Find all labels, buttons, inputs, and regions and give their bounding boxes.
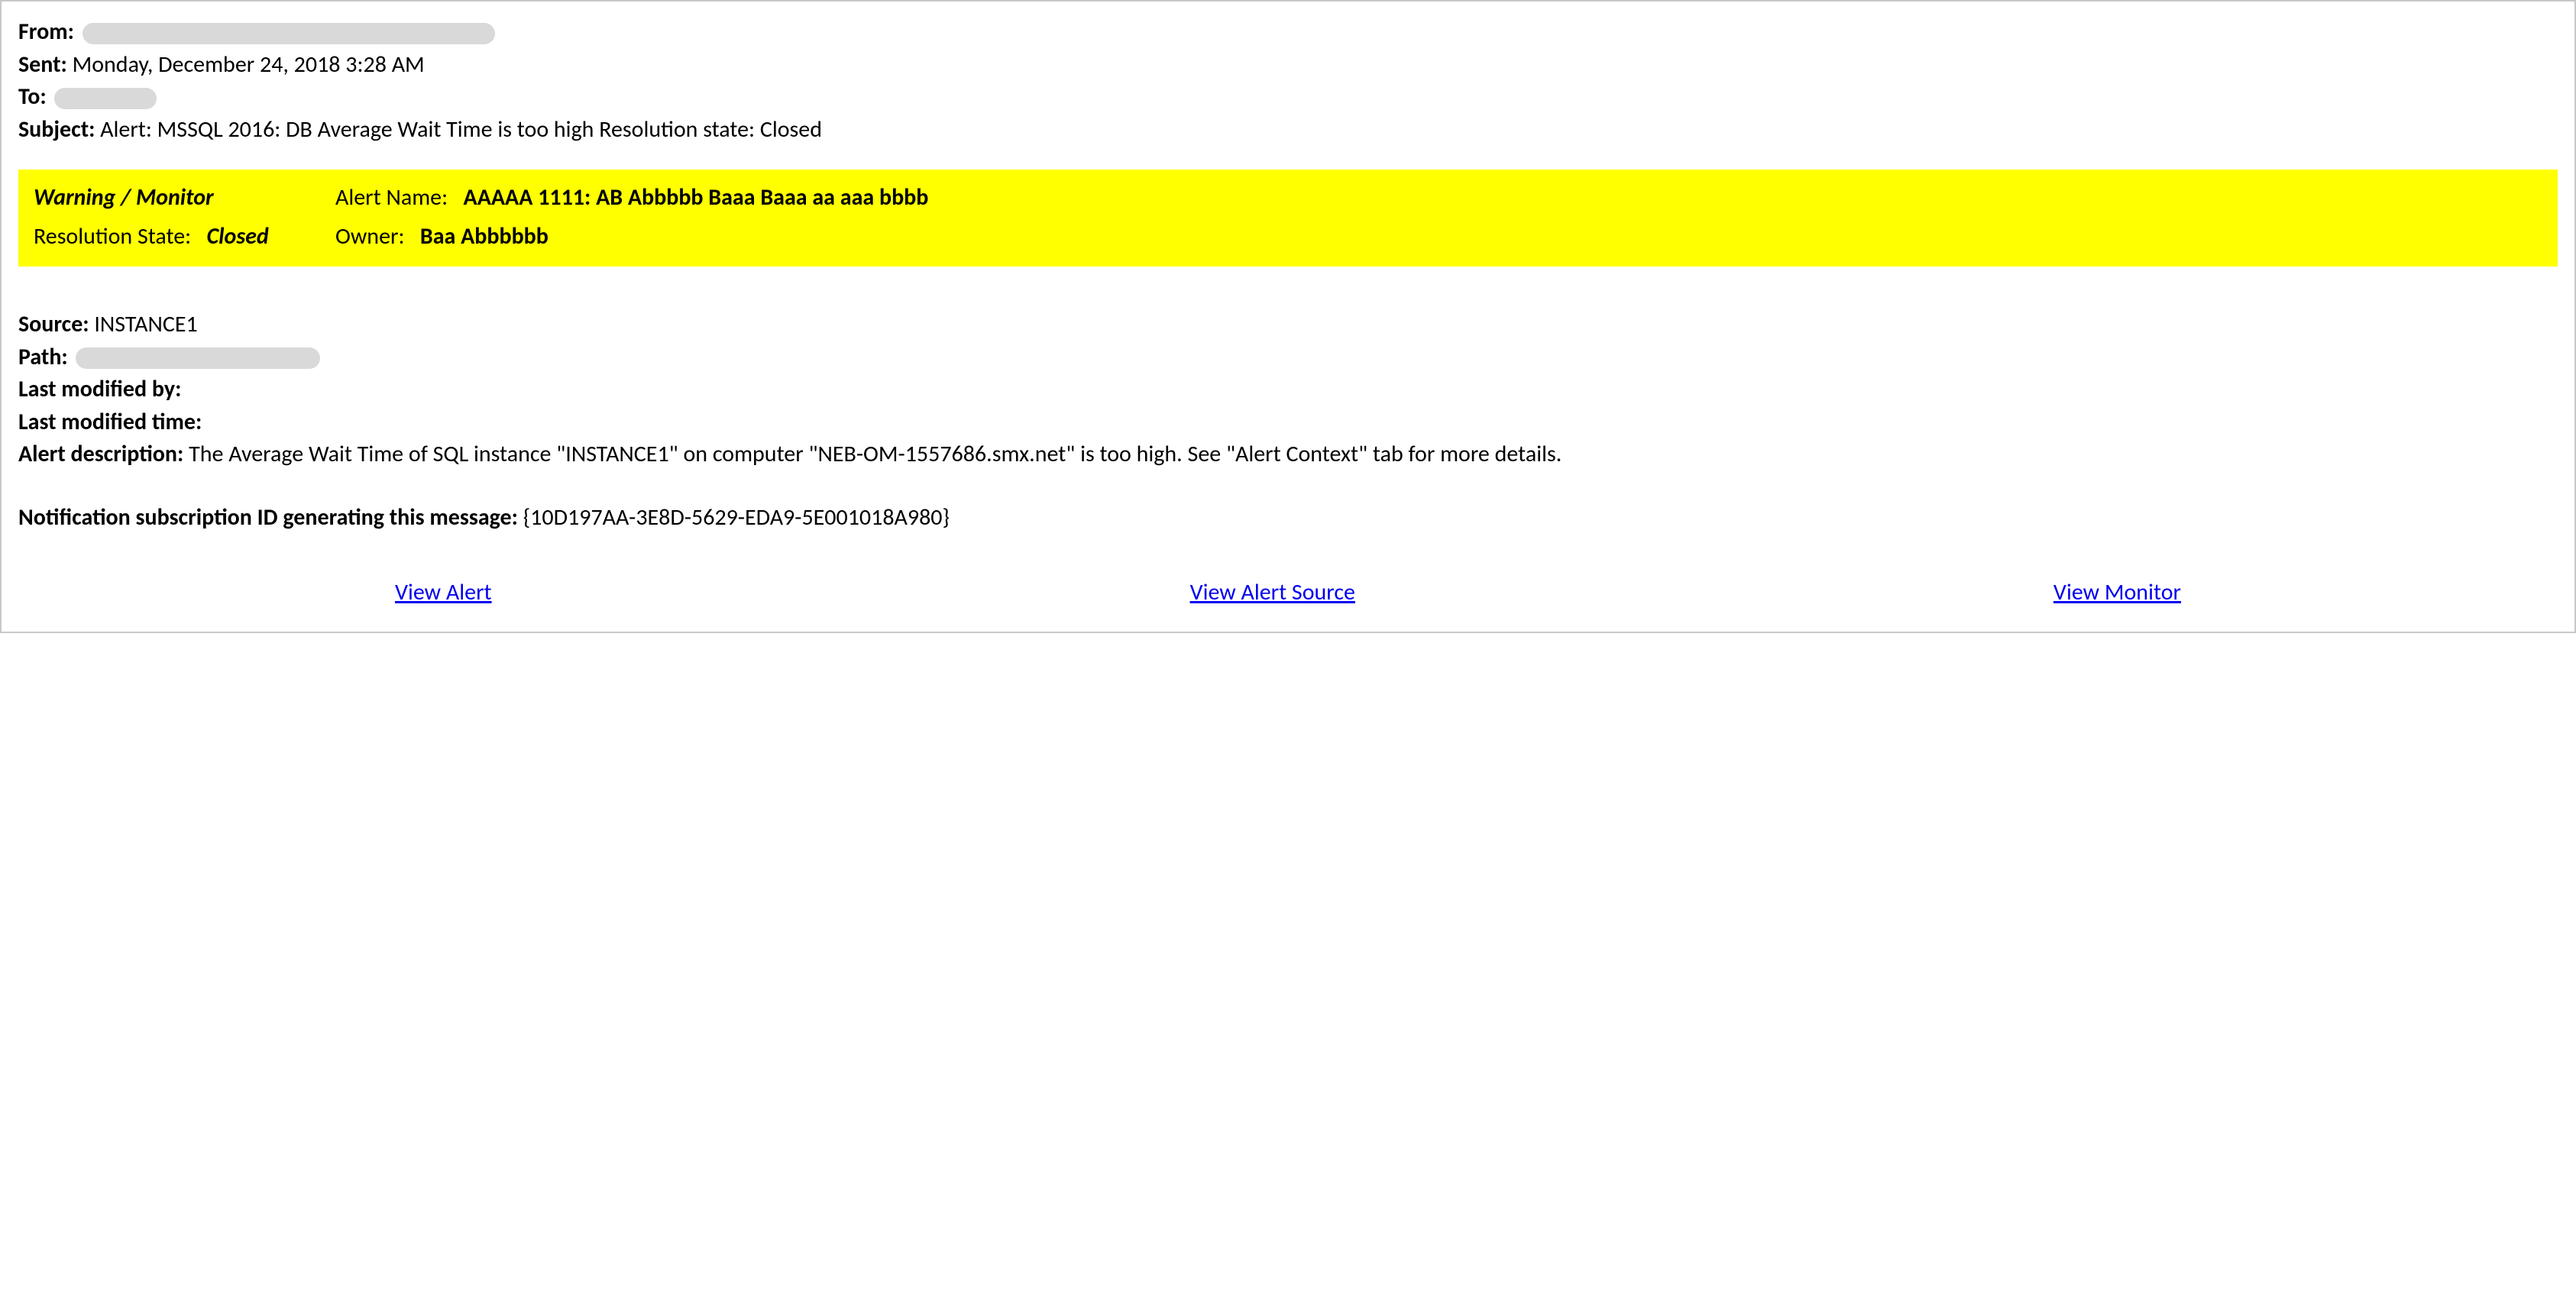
spacer bbox=[18, 472, 2558, 503]
alert-description-line: Alert description: The Average Wait Time… bbox=[18, 439, 2558, 470]
owner-label: Owner: bbox=[335, 222, 404, 250]
path-line: Path: bbox=[18, 342, 2558, 373]
highlight-row-1: Warning / Monitor Alert Name: AAAAA 1111… bbox=[34, 179, 2547, 218]
sent-line: Sent: Monday, December 24, 2018 3:28 AM bbox=[18, 50, 2558, 81]
alert-name-label: Alert Name: bbox=[335, 183, 448, 212]
from-line: From: bbox=[18, 17, 2558, 48]
source-label: Source: bbox=[18, 310, 89, 338]
severity-cell: Warning / Monitor bbox=[34, 179, 335, 218]
resolution-value: Closed bbox=[207, 222, 269, 250]
links-row: View Alert View Alert Source View Monito… bbox=[18, 577, 2558, 609]
view-alert-source-link[interactable]: View Alert Source bbox=[1190, 577, 1355, 609]
subscription-label: Notification subscription ID generating … bbox=[18, 503, 518, 532]
subscription-value: {10D197AA-3E8D-5629-EDA9-5E001018A980} bbox=[523, 503, 950, 532]
to-label: To: bbox=[18, 82, 47, 111]
from-label: From: bbox=[18, 18, 74, 46]
subject-value: Alert: MSSQL 2016: DB Average Wait Time … bbox=[100, 115, 822, 144]
from-redacted bbox=[83, 23, 495, 44]
source-line: Source: INSTANCE1 bbox=[18, 309, 2558, 341]
sent-label: Sent: bbox=[18, 50, 67, 79]
last-modified-time-label: Last modified time: bbox=[18, 408, 202, 436]
source-value: INSTANCE1 bbox=[94, 310, 197, 338]
alert-name-cell: Alert Name: AAAAA 1111: AB Abbbbb Baaa B… bbox=[335, 179, 2547, 218]
email-container: From: Sent: Monday, December 24, 2018 3:… bbox=[0, 0, 2576, 633]
alert-name-value: AAAAA 1111: AB Abbbbb Baaa Baaa aa aaa b… bbox=[464, 183, 929, 212]
view-alert-link[interactable]: View Alert bbox=[395, 577, 492, 609]
path-label: Path: bbox=[18, 343, 68, 371]
path-redacted bbox=[76, 347, 320, 369]
last-modified-by-label: Last modified by: bbox=[18, 375, 181, 403]
last-modified-time-line: Last modified time: bbox=[18, 407, 2558, 438]
alert-description-label: Alert description: bbox=[18, 440, 183, 468]
to-line: To: bbox=[18, 82, 2558, 113]
resolution-label: Resolution State: bbox=[34, 222, 191, 250]
resolution-cell: Resolution State: Closed bbox=[34, 218, 335, 257]
to-redacted bbox=[54, 88, 157, 109]
highlight-row-2: Resolution State: Closed Owner: Baa Abbb… bbox=[34, 218, 2547, 257]
last-modified-by-line: Last modified by: bbox=[18, 374, 2558, 406]
alert-description-value: The Average Wait Time of SQL instance "I… bbox=[189, 440, 1561, 468]
severity-text: Warning / Monitor bbox=[34, 183, 214, 212]
subject-label: Subject: bbox=[18, 115, 95, 144]
subscription-line: Notification subscription ID generating … bbox=[18, 503, 2558, 534]
subject-line: Subject: Alert: MSSQL 2016: DB Average W… bbox=[18, 115, 2558, 146]
owner-cell: Owner: Baa Abbbbbb bbox=[335, 218, 2547, 257]
view-monitor-link[interactable]: View Monitor bbox=[2053, 577, 2181, 609]
highlight-banner: Warning / Monitor Alert Name: AAAAA 1111… bbox=[18, 170, 2558, 267]
owner-value: Baa Abbbbbb bbox=[420, 222, 549, 250]
sent-value: Monday, December 24, 2018 3:28 AM bbox=[73, 50, 425, 79]
